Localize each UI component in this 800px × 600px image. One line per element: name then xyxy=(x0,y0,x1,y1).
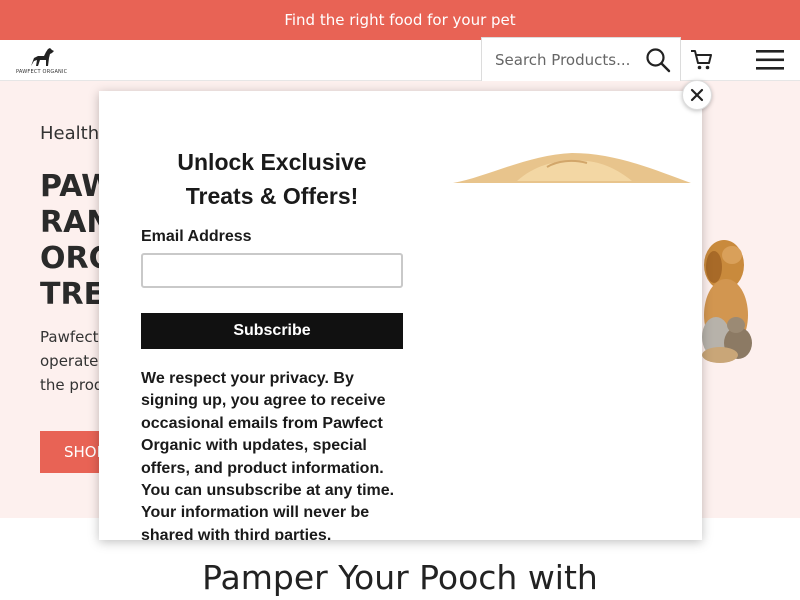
modal-close-button[interactable] xyxy=(682,80,712,110)
puppy-image xyxy=(453,153,691,183)
announcement-text: Find the right food for your pet xyxy=(284,11,516,29)
search-icon[interactable] xyxy=(645,47,671,73)
hamburger-menu-icon[interactable] xyxy=(755,48,785,72)
close-icon xyxy=(690,88,704,102)
search-input[interactable] xyxy=(482,38,642,82)
dog-logo-icon xyxy=(31,48,54,66)
logo-text: PAWFECT ORGANIC xyxy=(16,69,68,75)
subscribe-button[interactable]: Subscribe xyxy=(141,313,403,349)
email-label: Email Address xyxy=(141,228,252,245)
email-field[interactable] xyxy=(141,253,403,288)
site-logo[interactable]: PAWFECT ORGANIC xyxy=(16,46,68,76)
hero-eyebrow: Health xyxy=(40,123,100,144)
newsletter-modal: Unlock Exclusive Treats & Offers! Email … xyxy=(99,91,702,540)
announcement-bar: Find the right food for your pet xyxy=(0,0,800,40)
section-heading: Pamper Your Pooch with xyxy=(202,558,598,597)
cart-icon[interactable] xyxy=(690,49,714,71)
privacy-notice: We respect your privacy. By signing up, … xyxy=(141,370,395,540)
search-box xyxy=(481,37,681,83)
site-header: PAWFECT ORGANIC xyxy=(0,37,800,83)
modal-title: Unlock Exclusive Treats & Offers! xyxy=(177,149,367,209)
